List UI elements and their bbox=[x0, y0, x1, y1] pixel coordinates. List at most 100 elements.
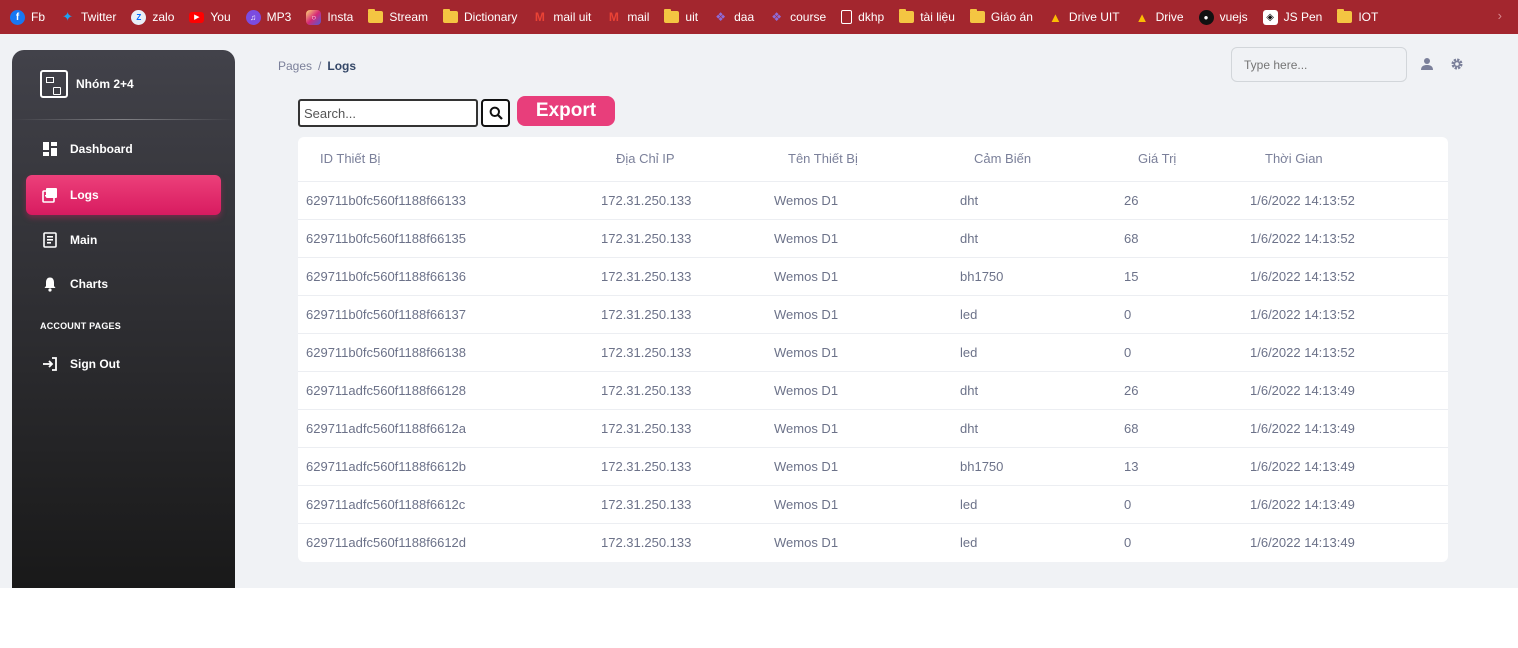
cell-value: 0 bbox=[1124, 534, 1132, 550]
bookmark-drive-uit[interactable]: ▲ Drive UIT bbox=[1048, 6, 1120, 28]
cell-device-id: 629711b0fc560f1188f66137 bbox=[298, 295, 594, 334]
table-row: 629711adfc560f1188f66128 172.31.250.133 We… bbox=[298, 371, 1448, 410]
bookmark-iot[interactable]: IOT bbox=[1337, 6, 1378, 28]
bookmark-insta[interactable]: ○ Insta bbox=[306, 6, 353, 28]
settings-gear-icon[interactable] bbox=[1449, 56, 1465, 72]
cell-sensor: dht bbox=[953, 371, 1117, 410]
bookmark-twitter[interactable]: ✦ Twitter bbox=[60, 6, 116, 28]
user-icon[interactable] bbox=[1419, 56, 1435, 72]
breadcrumb-separator: / bbox=[318, 59, 322, 73]
bookmark-drive[interactable]: ▲ Drive bbox=[1135, 6, 1184, 28]
bookmark-label: Fb bbox=[31, 10, 46, 24]
folder-icon bbox=[664, 9, 680, 23]
codepen-icon: ◈ bbox=[1262, 9, 1278, 25]
cell-sensor: led bbox=[960, 534, 978, 550]
bookmark-uit[interactable]: uit bbox=[664, 6, 698, 28]
logs-table: ID Thiết Bị Địa Chỉ IP Tên Thiết Bị Cảm … bbox=[298, 137, 1448, 561]
course-icon: ❖ bbox=[715, 10, 726, 24]
bookmark-label: daa bbox=[734, 10, 755, 24]
cell-device-id: 629711adfc560f1188f6612a bbox=[298, 409, 594, 448]
table-row: 629711adfc560f1188f6612d 172.31.250.133 We… bbox=[298, 523, 1448, 561]
bookmark-tai-lieu[interactable]: tài liệu bbox=[899, 6, 955, 28]
bookmark-giao-an[interactable]: Giáo án bbox=[969, 6, 1033, 28]
search-button[interactable] bbox=[481, 99, 510, 127]
table-row: 629711b0fc560f1188f66133 172.31.250.133 We… bbox=[298, 181, 1448, 220]
bookmark-mp3[interactable]: ♫ MP3 bbox=[245, 6, 291, 28]
cell-sensor: dht bbox=[953, 181, 1117, 220]
bookmark-mail[interactable]: M mail bbox=[606, 6, 650, 28]
cell-ip-address: 172.31.250.133 bbox=[594, 257, 767, 296]
bookmark-label: vuejs bbox=[1219, 10, 1248, 24]
brand[interactable]: Nhóm 2+4 bbox=[40, 70, 134, 98]
cell-ip-address: 172.31.250.133 bbox=[594, 333, 767, 372]
course-icon: ❖ bbox=[771, 10, 782, 24]
cell-device-id: 629711b0fc560f1188f66133 bbox=[298, 181, 594, 220]
table-row: 629711b0fc560f1188f66137 172.31.250.133 We… bbox=[298, 295, 1448, 334]
cell-device-name: Wemos D1 bbox=[767, 447, 953, 486]
bookmark-label: mail bbox=[627, 10, 650, 24]
folder-icon bbox=[443, 9, 459, 23]
cell-ip-address: 172.31.250.133 bbox=[594, 219, 767, 258]
sidebar-item-label: Dashboard bbox=[70, 142, 133, 156]
bookmark-label: uit bbox=[685, 10, 699, 24]
sidebar-item-main[interactable]: Main bbox=[26, 220, 221, 260]
bookmark-daa[interactable]: ❖ daa bbox=[713, 6, 754, 28]
bookmark-js-pen[interactable]: ◈ JS Pen bbox=[1262, 6, 1322, 28]
cell-sensor: led bbox=[953, 295, 1117, 334]
sidebar-item-label: Charts bbox=[70, 277, 109, 291]
cell-device-name: Wemos D1 bbox=[767, 371, 953, 410]
cell-device-name: Wemos D1 bbox=[774, 534, 839, 550]
cell-value: 68 bbox=[1117, 409, 1250, 448]
sidebar-item-dashboard[interactable]: Dashboard bbox=[26, 129, 221, 169]
bookmark-label: zalo bbox=[152, 10, 175, 24]
cell-device-name: Wemos D1 bbox=[767, 295, 953, 334]
cell-device-name: Wemos D1 bbox=[767, 409, 953, 448]
cell-device-id: 629711adfc560f1188f6612d bbox=[306, 534, 467, 550]
bookmark-label: You bbox=[210, 10, 231, 24]
column-header-device-id: ID Thiết Bị bbox=[298, 137, 594, 182]
export-button[interactable]: Export bbox=[517, 96, 615, 126]
cell-value: 26 bbox=[1117, 181, 1250, 220]
cell-value: 68 bbox=[1117, 219, 1250, 258]
bookmark-label: tài liệu bbox=[920, 10, 955, 24]
cell-device-name: Wemos D1 bbox=[767, 485, 953, 524]
table-row: 629711adfc560f1188f6612a 172.31.250.133 We… bbox=[298, 409, 1448, 448]
cell-time: 1/6/2022 14:13:49 bbox=[1250, 447, 1448, 486]
cell-device-id: 629711b0fc560f1188f66136 bbox=[298, 257, 594, 296]
breadcrumb-root[interactable]: Pages bbox=[278, 59, 312, 73]
search-input[interactable] bbox=[298, 99, 478, 127]
folder-icon bbox=[368, 9, 384, 23]
gmail-icon: M bbox=[608, 10, 619, 24]
bookmark-mail-uit[interactable]: M mail uit bbox=[532, 6, 592, 28]
cell-value: 0 bbox=[1117, 485, 1250, 524]
facebook-icon: f bbox=[10, 9, 25, 25]
bookmark-zalo[interactable]: Z zalo bbox=[131, 6, 174, 28]
bookmark-dkhp[interactable]: dkhp bbox=[841, 6, 884, 28]
cell-value: 0 bbox=[1117, 295, 1250, 334]
cell-value: 0 bbox=[1117, 333, 1250, 372]
bookmark-stream[interactable]: Stream bbox=[368, 6, 428, 28]
bookmark-dictionary[interactable]: Dictionary bbox=[443, 6, 517, 28]
bookmark-label: Drive UIT bbox=[1068, 10, 1120, 24]
cell-device-name: Wemos D1 bbox=[767, 181, 953, 220]
bell-icon bbox=[42, 276, 58, 292]
sidebar-item-charts[interactable]: Charts bbox=[26, 264, 221, 304]
bookmark-vuejs[interactable]: ● vuejs bbox=[1198, 6, 1248, 28]
bookmark-label: Giáo án bbox=[990, 10, 1033, 24]
sidebar-item-sign-out[interactable]: Sign Out bbox=[26, 344, 221, 384]
search-icon bbox=[489, 106, 503, 120]
bookmark-course[interactable]: ❖ course bbox=[769, 6, 826, 28]
github-icon: ● bbox=[1198, 9, 1214, 25]
cell-time: 1/6/2022 14:13:52 bbox=[1250, 333, 1448, 372]
top-search-input[interactable] bbox=[1231, 47, 1407, 82]
cell-ip-address: 172.31.250.133 bbox=[601, 534, 692, 550]
sidebar-item-logs[interactable]: Logs bbox=[26, 175, 221, 215]
brand-name: Nhóm 2+4 bbox=[76, 77, 134, 91]
cell-time: 1/6/2022 14:13:52 bbox=[1250, 219, 1448, 258]
section-label-account-pages: ACCOUNT PAGES bbox=[40, 321, 121, 331]
table-header-row: ID Thiết Bị Địa Chỉ IP Tên Thiết Bị Cảm … bbox=[298, 137, 1448, 182]
bookmark-fb[interactable]: f Fb bbox=[10, 6, 45, 28]
chevron-right-icon[interactable]: › bbox=[1498, 8, 1502, 23]
bookmark-youtube[interactable]: ▶ You bbox=[189, 6, 231, 28]
twitter-icon: ✦ bbox=[62, 9, 73, 24]
